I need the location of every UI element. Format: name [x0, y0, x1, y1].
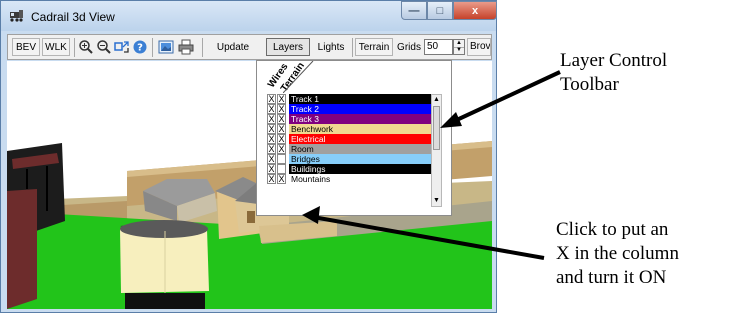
- callout-line: X in the column: [556, 243, 679, 264]
- arrow-head-icon: [302, 206, 320, 224]
- callout-line: Layer Control: [560, 50, 668, 71]
- callout-line: Toolbar: [560, 74, 619, 95]
- layer-control-callout: Layer Control Toolbar: [560, 49, 667, 97]
- callout-line: Click to put an: [556, 219, 669, 240]
- click-hint-callout: Click to put an X in the column and turn…: [556, 218, 679, 290]
- callout-line: and turn it ON: [556, 267, 667, 288]
- arrow-head-icon: [440, 112, 462, 128]
